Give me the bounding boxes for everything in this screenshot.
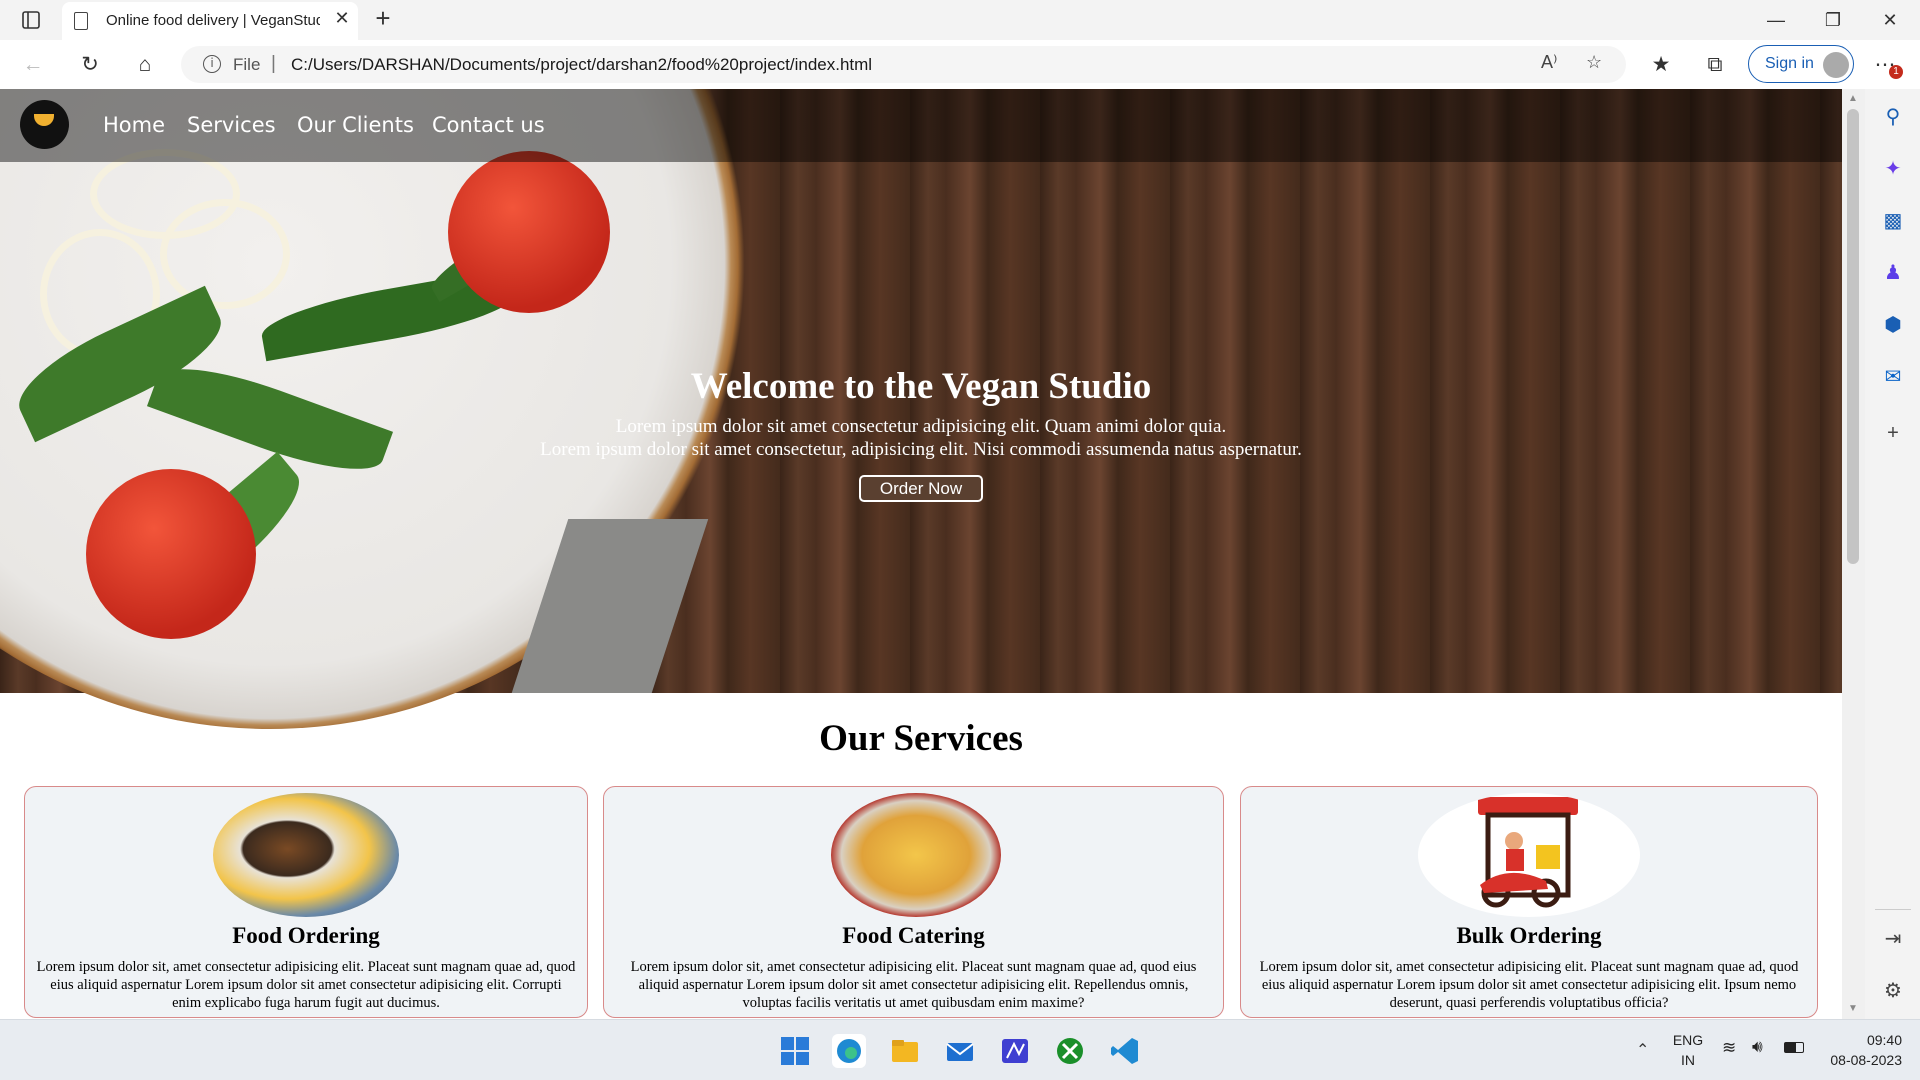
- favorites-icon[interactable]: ★: [1646, 50, 1676, 80]
- scroll-up-arrow-icon[interactable]: ▲: [1848, 93, 1858, 104]
- page-viewport: Home Services Our Clients Contact us Wel…: [0, 89, 1842, 1019]
- notification-badge: 1: [1889, 65, 1903, 79]
- edge-sidebar: ⚲ ✦ ▩ ♟ ⬢ ✉ + ⇥ ⚙: [1865, 89, 1920, 1019]
- browser-toolbar: ← ↻ ⌂ i File | C:/Users/DARSHAN/Document…: [0, 40, 1920, 89]
- burger-fries-image: [213, 793, 399, 917]
- restore-button[interactable]: ❐: [1813, 6, 1853, 34]
- office-icon[interactable]: ⬢: [1881, 313, 1905, 337]
- tomato-image: [448, 151, 610, 313]
- mail-icon[interactable]: [943, 1034, 977, 1068]
- info-icon[interactable]: i: [203, 55, 221, 73]
- xbox-icon[interactable]: [1053, 1034, 1087, 1068]
- french-fries-image: [831, 793, 1001, 917]
- add-favorite-icon[interactable]: ☆: [1586, 52, 1602, 73]
- clock[interactable]: 09:40 08-08-2023: [1822, 1030, 1902, 1070]
- service-description: Lorem ipsum dolor sit, amet consectetur …: [1259, 959, 1799, 1011]
- address-bar[interactable]: i File | C:/Users/DARSHAN/Documents/proj…: [181, 46, 1626, 83]
- service-card-bulk-ordering: Bulk Ordering Lorem ipsum dolor sit, ame…: [1240, 786, 1818, 1018]
- back-arrow-icon[interactable]: ←: [18, 50, 48, 80]
- wifi-icon[interactable]: ≋: [1722, 1038, 1736, 1058]
- settings-gear-icon[interactable]: ⚙: [1881, 979, 1905, 1003]
- volume-icon[interactable]: 🔊︎: [1752, 1037, 1763, 1057]
- service-card-food-ordering: Food Ordering Lorem ipsum dolor sit, ame…: [24, 786, 588, 1018]
- services-heading: Our Services: [819, 718, 1023, 759]
- window-close-button[interactable]: ✕: [1870, 6, 1910, 34]
- order-now-button[interactable]: Order Now: [859, 475, 983, 502]
- copilot-icon[interactable]: ✦: [1881, 157, 1905, 181]
- service-card-food-catering: Food Catering Lorem ipsum dolor sit, ame…: [603, 786, 1224, 1018]
- service-title: Food Catering: [842, 923, 985, 948]
- scroll-down-arrow-icon[interactable]: ▼: [1848, 1003, 1858, 1014]
- avatar-icon: [1823, 52, 1849, 78]
- show-hidden-icons-chevron-icon[interactable]: ⌃: [1636, 1040, 1649, 1060]
- nav-our-clients[interactable]: Our Clients: [297, 113, 414, 137]
- scrollbar-thumb[interactable]: [1847, 109, 1859, 564]
- add-sidebar-app-icon[interactable]: +: [1881, 421, 1905, 445]
- vscode-icon[interactable]: [1108, 1034, 1142, 1068]
- new-tab-button[interactable]: +: [368, 3, 398, 34]
- shopping-icon[interactable]: ▩: [1881, 209, 1905, 233]
- home-icon[interactable]: ⌂: [130, 50, 160, 80]
- nav-services[interactable]: Services: [187, 113, 276, 137]
- page-icon: [74, 12, 88, 30]
- food-delivery-scooter-image: [1418, 793, 1640, 917]
- windows-taskbar: ⌃ ENG IN ≋ 🔊︎ 09:40 08-08-2023: [0, 1019, 1920, 1080]
- hero-section: Home Services Our Clients Contact us Wel…: [0, 89, 1842, 729]
- windows-start-icon[interactable]: [778, 1034, 812, 1068]
- tab-actions-icon[interactable]: [14, 8, 48, 32]
- nav-contact-us[interactable]: Contact us: [432, 113, 545, 137]
- sign-in-button[interactable]: Sign in: [1748, 45, 1854, 83]
- games-icon[interactable]: ♟: [1881, 261, 1905, 285]
- read-aloud-icon[interactable]: A⁾: [1541, 52, 1557, 73]
- service-title: Food Ordering: [232, 923, 380, 948]
- battery-icon[interactable]: [1784, 1042, 1804, 1053]
- edge-browser-icon[interactable]: [832, 1034, 866, 1068]
- service-description: Lorem ipsum dolor sit, amet consectetur …: [36, 959, 576, 1011]
- hero-text-line-1: Lorem ipsum dolor sit amet consectetur a…: [615, 416, 1227, 437]
- language-code: ENG: [1672, 1032, 1704, 1048]
- clock-time: 09:40: [1866, 1032, 1902, 1048]
- pasta-image: [160, 199, 290, 309]
- nav-home[interactable]: Home: [103, 113, 165, 137]
- browser-tab-bar: Online food delivery | VeganStudio ✕ + —…: [0, 0, 1920, 40]
- address-scheme: File: [233, 55, 261, 74]
- minimize-button[interactable]: —: [1756, 6, 1796, 34]
- collections-icon[interactable]: ⧉: [1700, 50, 1730, 80]
- sidebar-divider: [1875, 909, 1911, 910]
- refresh-icon[interactable]: ↻: [75, 50, 105, 80]
- clock-date: 08-08-2023: [1830, 1052, 1902, 1068]
- visual-studio-app-icon[interactable]: [998, 1034, 1032, 1068]
- vegan-studio-logo[interactable]: [20, 100, 69, 149]
- sign-in-label: Sign in: [1765, 55, 1814, 72]
- browser-tab[interactable]: Online food delivery | VeganStudio ✕: [62, 2, 358, 40]
- language-indicator[interactable]: ENG IN: [1668, 1030, 1708, 1070]
- hide-sidebar-icon[interactable]: ⇥: [1881, 927, 1905, 951]
- search-icon[interactable]: ⚲: [1881, 105, 1905, 129]
- site-navbar: Home Services Our Clients Contact us: [0, 89, 1842, 162]
- vertical-scrollbar[interactable]: ▲ ▼: [1842, 89, 1865, 1019]
- hero-text-line-2: Lorem ipsum dolor sit amet consectetur, …: [540, 439, 1302, 460]
- region-code: IN: [1681, 1052, 1695, 1068]
- address-url[interactable]: C:/Users/DARSHAN/Documents/project/darsh…: [291, 55, 872, 75]
- hero-title: Welcome to the Vegan Studio: [690, 366, 1152, 407]
- address-separator: |: [271, 53, 276, 74]
- tomato-image: [86, 469, 256, 639]
- service-description: Lorem ipsum dolor sit, amet consectetur …: [630, 959, 1197, 1011]
- close-tab-icon[interactable]: ✕: [330, 8, 354, 29]
- tab-title: Online food delivery | VeganStudio: [106, 12, 320, 29]
- outlook-icon[interactable]: ✉: [1881, 365, 1905, 389]
- service-title: Bulk Ordering: [1456, 923, 1602, 948]
- file-explorer-icon[interactable]: [888, 1034, 922, 1068]
